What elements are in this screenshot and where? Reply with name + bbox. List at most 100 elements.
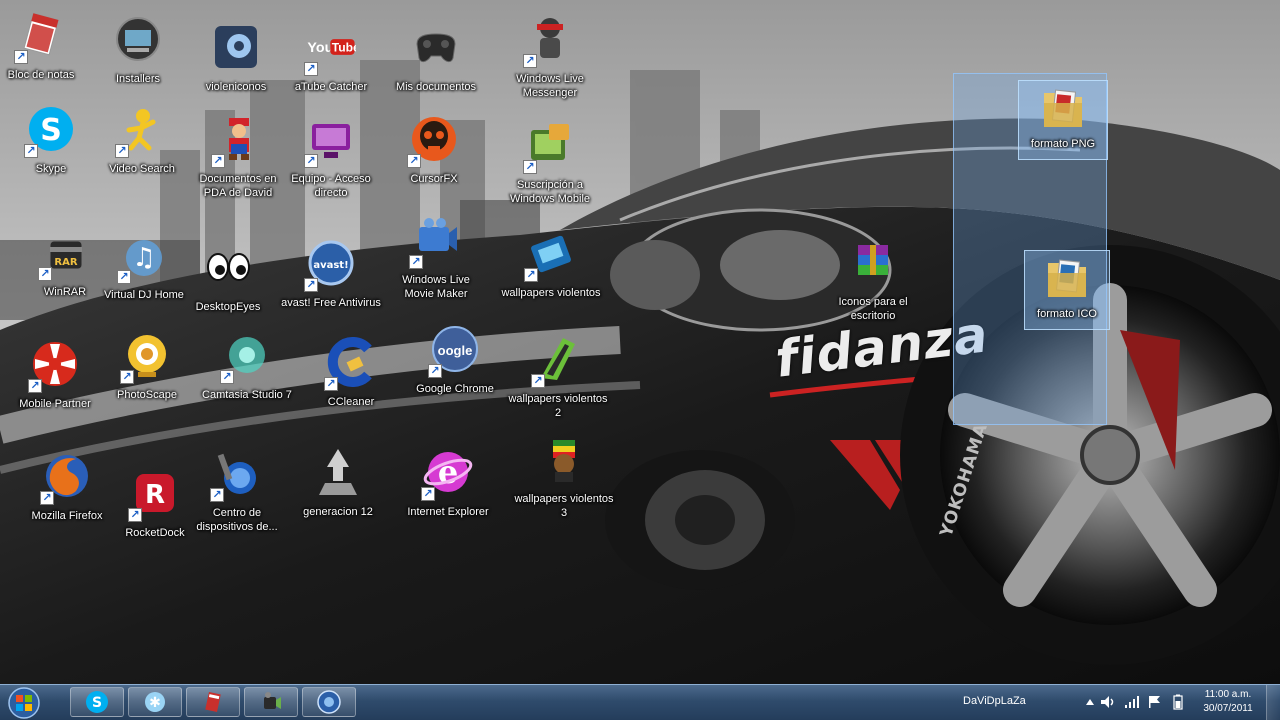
svg-text:♫: ♫ (132, 243, 155, 273)
violeniconos-icon (211, 22, 261, 72)
trophy-icon (313, 447, 363, 497)
clock-date: 30/07/2011 (1203, 703, 1253, 714)
desktop-icon-windows-mobile[interactable]: ↗ Suscripción a Windows Mobile (502, 118, 598, 214)
mobile-partner-icon: ↗ (28, 339, 80, 393)
signal-bars-icon (1125, 696, 1139, 708)
notepad-icon: ↗ (14, 10, 66, 64)
notepad-icon (205, 691, 221, 713)
desktop-icon-cursorfx[interactable]: ↗ CursorFX (386, 112, 482, 208)
photoscape-icon: ↗ (120, 330, 172, 384)
desktop-icon-google-chrome[interactable]: oogle ↗ Google Chrome (407, 322, 503, 418)
start-button[interactable] (4, 686, 44, 720)
desktop-icon-generacion-12[interactable]: generacion 12 (290, 445, 386, 541)
messenger-icon: ↗ (523, 14, 575, 68)
network-button[interactable] (1124, 694, 1140, 710)
svg-text:Tube: Tube (332, 40, 356, 54)
desktop-icon-camtasia[interactable]: ↗ Camtasia Studio 7 (199, 328, 295, 424)
folder-icon (1042, 253, 1092, 303)
winrar-icon: RAR ↗ (38, 227, 90, 281)
clock-time: 11:00 a.m. (1204, 689, 1252, 700)
windows-logo-icon (8, 687, 40, 719)
desktop-icon-violeniconos[interactable]: violeniconos (188, 20, 284, 116)
desktop-icon-mis-documentos[interactable]: Mis documentos (388, 20, 484, 116)
desktop-icon-movie-maker[interactable]: ↗ Windows Live Movie Maker (388, 213, 484, 309)
taskbar: S ✱ DaViDpLaZa 11:00 a.m. 30/07/2011 (0, 684, 1280, 720)
taskbar-snowflake-button[interactable]: ✱ (128, 687, 182, 717)
speaker-icon (1101, 696, 1114, 708)
ccleaner-icon: ↗ (324, 337, 376, 391)
desktop-icon-installers[interactable]: Installers (90, 12, 186, 108)
clock[interactable]: 11:00 a.m. 30/07/2011 (1196, 688, 1260, 716)
svg-text:RAR: RAR (54, 257, 77, 268)
desktop-icon-centro-dispositivos[interactable]: ↗ Centro de dispositivos de... (189, 446, 285, 542)
desktop-icon-equipo[interactable]: ↗ Equipo - Acceso directo (283, 112, 379, 208)
flag-icon (1149, 696, 1160, 708)
desktop-icon-atube-catcher[interactable]: YouTube ↗ aTube Catcher (283, 20, 379, 116)
youtube-icon: YouTube ↗ (304, 22, 356, 76)
desktop-icon-desktopeyes[interactable]: DesktopEyes (180, 240, 276, 336)
snowflake-icon: ✱ (145, 692, 165, 712)
taskbar-avast-button[interactable] (302, 687, 356, 717)
desktop-icon-iconos-escritorio[interactable]: Iconos para el escritorio (825, 235, 921, 331)
battery-icon (1173, 694, 1183, 710)
svg-text:R: R (145, 480, 165, 510)
rasta-icon (539, 434, 589, 484)
toolbar-label[interactable]: DaViDpLaZa (963, 695, 1026, 707)
skype-icon: S (86, 691, 108, 713)
volume-button[interactable] (1100, 694, 1116, 710)
rocketdock-icon: R ↗ (128, 468, 180, 522)
desktop-icon-wallpapers-violentos-2[interactable]: ↗ wallpapers violentos 2 (508, 332, 608, 428)
folder-formato-png[interactable]: formato PNG (1018, 80, 1108, 160)
taskbar-camtasia-button[interactable] (244, 687, 298, 717)
desktop-icon-avast[interactable]: avast! ↗ avast! Free Antivirus (281, 236, 381, 332)
virtual-dj-icon: ♫ ↗ (117, 230, 169, 284)
windows-mobile-icon: ↗ (523, 120, 575, 174)
battery-button[interactable] (1170, 694, 1186, 710)
wallpaper-folder-icon: ↗ (524, 228, 576, 282)
desktop-icon-wallpapers-violentos-3[interactable]: wallpapers violentos 3 (514, 432, 614, 528)
movie-maker-icon: ↗ (409, 215, 461, 269)
svg-text:avast!: avast! (313, 260, 348, 271)
avast-icon (317, 690, 341, 714)
desktop-icon-ccleaner[interactable]: ↗ CCleaner (303, 335, 399, 431)
svg-text:S: S (40, 113, 62, 148)
desktop-icon-photoscape[interactable]: ↗ PhotoScape (99, 328, 195, 424)
desktop-icon-notepad[interactable]: ↗ Bloc de notas (0, 8, 89, 104)
camtasia-icon: ↗ (220, 330, 272, 384)
show-hidden-icons-button[interactable] (1082, 694, 1098, 710)
device-center-icon: ↗ (210, 448, 262, 502)
desktop-icon-documentos-pda[interactable]: ↗ Documentos en PDA de David (190, 112, 286, 208)
svg-text:e: e (438, 453, 458, 491)
svg-text:oogle: oogle (438, 343, 473, 358)
desktop-icon-internet-explorer[interactable]: e ↗ Internet Explorer (400, 445, 496, 541)
skull-icon: ↗ (407, 114, 459, 168)
svg-text:✱: ✱ (149, 695, 161, 711)
winrar-archive-icon (848, 237, 898, 287)
folder-icon (1038, 83, 1088, 133)
desktop-icon-wallpapers-violentos[interactable]: ↗ wallpapers violentos (501, 226, 601, 322)
desktop-icon-skype[interactable]: S ↗ Skype (3, 102, 99, 198)
internet-explorer-icon: e ↗ (421, 447, 473, 501)
action-center-button[interactable] (1147, 694, 1163, 710)
taskbar-notepad-button[interactable] (186, 687, 240, 717)
video-search-icon: ↗ (115, 104, 167, 158)
folder-formato-ico[interactable]: formato ICO (1024, 250, 1110, 330)
installers-icon (113, 14, 163, 64)
desktop-icon-video-search[interactable]: ↗ Video Search (94, 102, 190, 198)
svg-text:S: S (92, 695, 102, 711)
skype-icon: S ↗ (24, 104, 76, 158)
computer-icon: ↗ (304, 114, 356, 168)
desktop-icon-windows-live-messenger[interactable]: ↗ Windows Live Messenger (502, 12, 598, 108)
chevron-up-icon (1086, 699, 1094, 705)
desktop-icon-mobile-partner[interactable]: ↗ Mobile Partner (7, 337, 103, 433)
svg-text:You: You (307, 40, 333, 56)
desktop-icon-firefox[interactable]: ↗ Mozilla Firefox (19, 449, 115, 545)
wallpaper-folder-2-icon: ↗ (531, 334, 583, 388)
mario-icon: ↗ (211, 114, 263, 168)
show-desktop-button[interactable] (1266, 685, 1280, 720)
taskbar-skype-button[interactable]: S (70, 687, 124, 717)
eyes-icon (203, 242, 253, 292)
avast-icon: avast! ↗ (304, 238, 356, 292)
firefox-icon: ↗ (40, 451, 92, 505)
chrome-icon: oogle ↗ (428, 324, 480, 378)
